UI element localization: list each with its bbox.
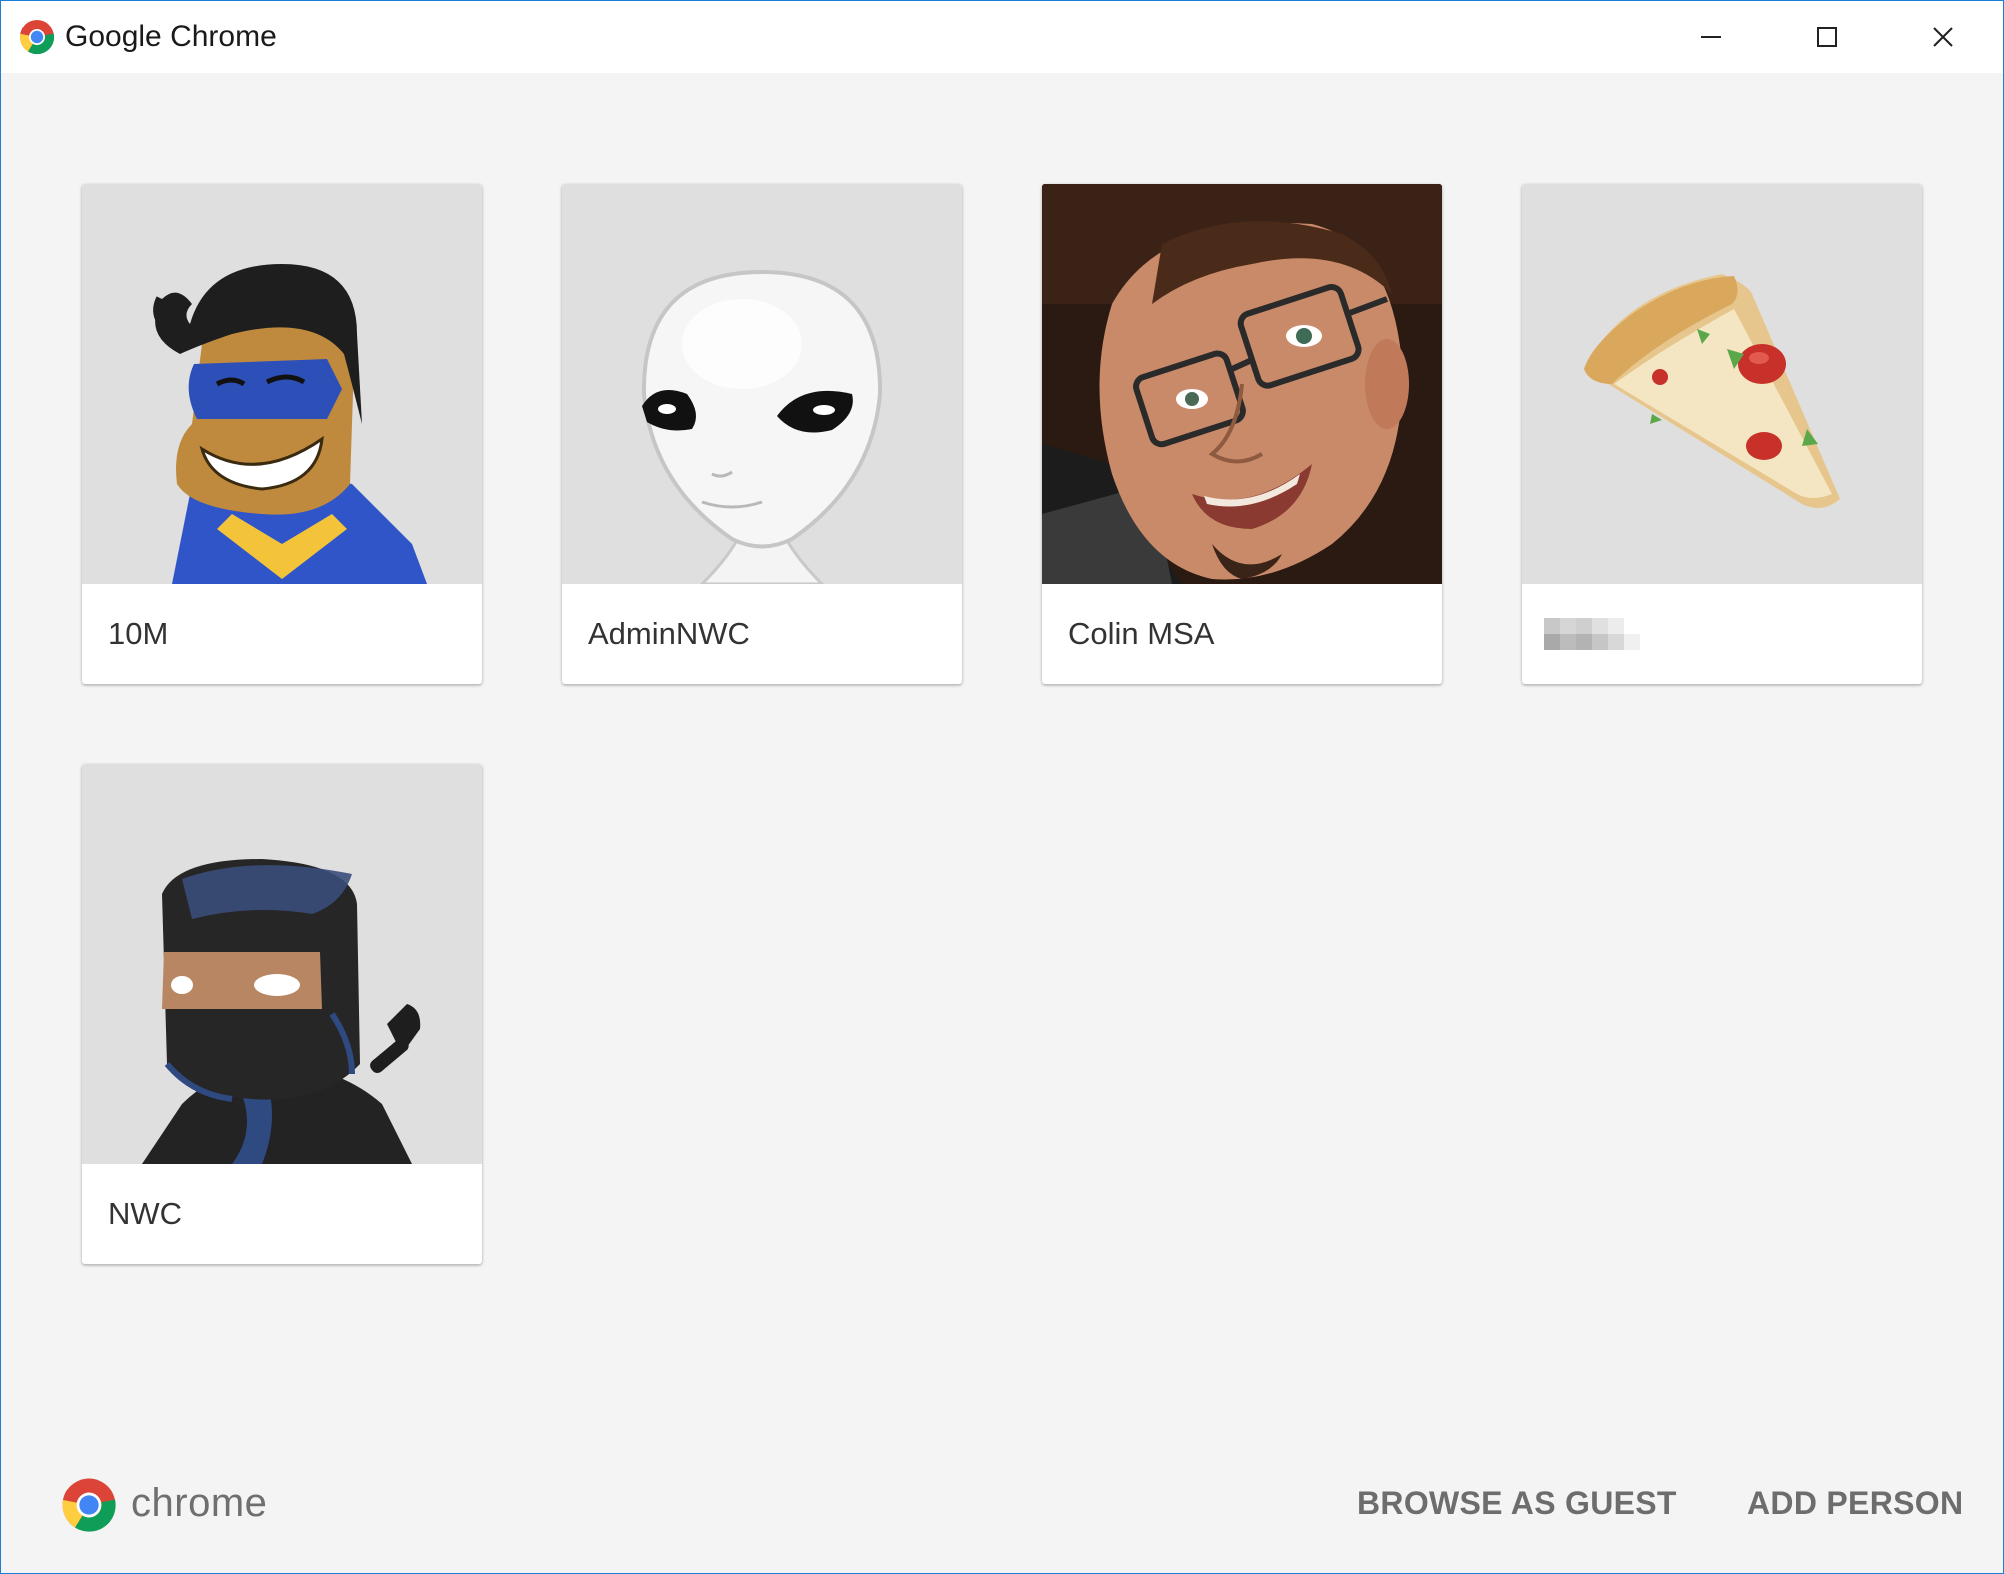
profile-name: AdminNWC xyxy=(588,616,750,651)
maximize-icon xyxy=(1816,27,1837,47)
browse-as-guest-button[interactable]: BROWSE AS GUEST xyxy=(1357,1479,1677,1527)
profile-card-adminnwc[interactable]: AdminNWC xyxy=(562,184,962,684)
chrome-logo-icon xyxy=(62,1478,116,1532)
profile-name: NWC xyxy=(108,1196,183,1231)
add-person-button[interactable]: ADD PERSON xyxy=(1747,1479,1963,1527)
superhero-avatar xyxy=(82,184,482,584)
profile-name-obscured xyxy=(1544,616,1644,652)
title-bar: Google Chrome xyxy=(1,1,2003,73)
window-title: Google Chrome xyxy=(65,20,277,53)
profile-card-nwc[interactable]: NWC xyxy=(82,764,482,1264)
close-button[interactable] xyxy=(1885,1,2000,73)
profile-card-colin-msa[interactable]: Colin MSA xyxy=(1042,184,1442,684)
chrome-wordmark: chrome xyxy=(131,1481,268,1525)
close-icon xyxy=(1932,27,1953,47)
profile-name: 10M xyxy=(108,616,169,651)
profile-name: Colin MSA xyxy=(1068,616,1215,651)
profile-card-pizza[interactable] xyxy=(1522,184,1922,684)
maximize-button[interactable] xyxy=(1769,1,1884,73)
chrome-logo-icon xyxy=(19,20,55,55)
photo-avatar xyxy=(1042,184,1442,584)
chrome-profile-picker-window: Google Chrome 10M AdminNWC Colin MSA NWC… xyxy=(0,0,2004,1574)
alien-avatar xyxy=(562,184,962,584)
pizza-avatar xyxy=(1522,184,1922,584)
minimize-icon xyxy=(1700,36,1721,38)
ninja-avatar xyxy=(82,764,482,1164)
minimize-button[interactable] xyxy=(1653,1,1768,73)
profile-card-10m[interactable]: 10M xyxy=(82,184,482,684)
